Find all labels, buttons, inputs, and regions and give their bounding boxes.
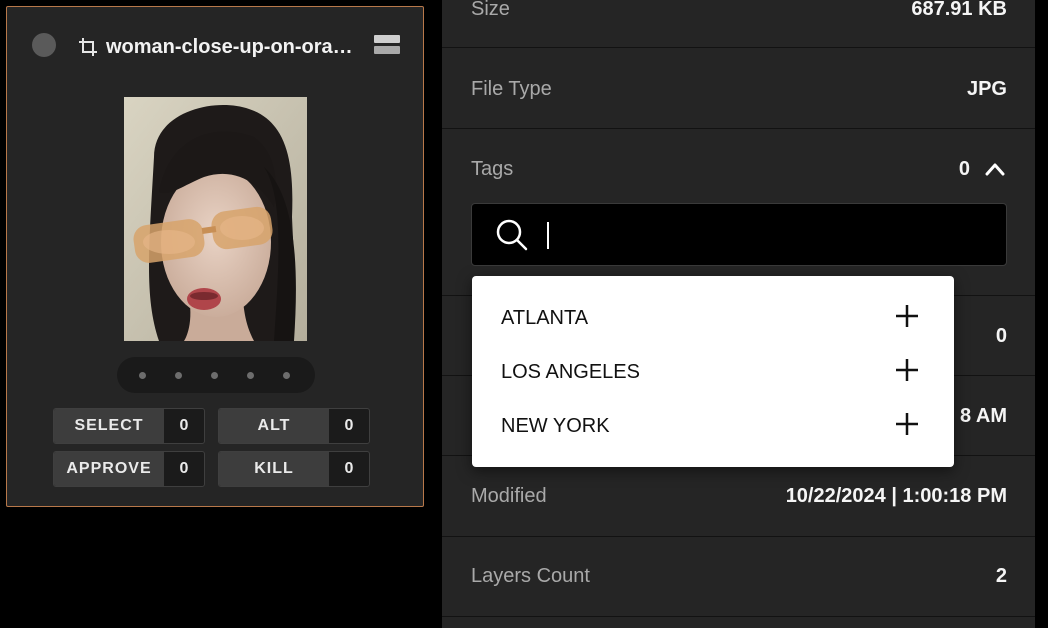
modified-label: Modified bbox=[471, 485, 547, 507]
tag-option-label: ATLANTA bbox=[501, 307, 589, 329]
file-type-row: File Type JPG bbox=[442, 49, 1035, 129]
alt-counter[interactable]: ALT 0 bbox=[218, 408, 370, 444]
size-row: Size 687.91 KB bbox=[442, 0, 1035, 48]
size-label: Size bbox=[471, 0, 510, 20]
rating-dot[interactable] bbox=[283, 372, 290, 379]
alt-button[interactable]: ALT bbox=[219, 409, 329, 443]
tag-option-label: LOS ANGELES bbox=[501, 361, 640, 383]
tag-option-label: NEW YORK bbox=[501, 415, 610, 437]
select-radio[interactable] bbox=[32, 33, 56, 57]
hidden-row-value: 0 bbox=[995, 325, 1007, 347]
asset-thumbnail[interactable] bbox=[124, 97, 307, 341]
modified-value: 10/22/2024 | 1:00:18 PM bbox=[785, 485, 1007, 507]
tag-option[interactable]: ATLANTA bbox=[472, 290, 954, 344]
asset-card[interactable]: woman-close-up-on-orange-sunglasses.jpg bbox=[6, 6, 424, 507]
crop-icon[interactable] bbox=[78, 37, 98, 57]
file-type-label: File Type bbox=[471, 78, 552, 100]
rating-dots[interactable] bbox=[117, 357, 315, 393]
created-value: 8 AM bbox=[959, 405, 1007, 427]
layers-count-label: Layers Count bbox=[471, 565, 590, 587]
select-counter[interactable]: SELECT 0 bbox=[53, 408, 205, 444]
rating-dot[interactable] bbox=[247, 372, 254, 379]
approve-counter[interactable]: APPROVE 0 bbox=[53, 451, 205, 487]
approve-count: 0 bbox=[179, 460, 189, 477]
tag-search-field[interactable] bbox=[471, 203, 1007, 266]
tags-count: 0 bbox=[958, 158, 970, 180]
chevron-up-icon[interactable] bbox=[985, 162, 1005, 176]
tag-option[interactable]: NEW YORK bbox=[472, 398, 954, 452]
layers-count-row: Layers Count 2 bbox=[442, 537, 1035, 617]
tag-search-input[interactable] bbox=[546, 218, 986, 252]
select-count: 0 bbox=[179, 417, 189, 434]
plus-icon[interactable] bbox=[895, 358, 919, 382]
select-button[interactable]: SELECT bbox=[54, 409, 164, 443]
tag-option[interactable]: LOS ANGELES bbox=[472, 344, 954, 398]
modified-row: Modified 10/22/2024 | 1:00:18 PM bbox=[442, 457, 1035, 537]
rating-dot[interactable] bbox=[211, 372, 218, 379]
search-icon bbox=[496, 219, 528, 251]
stack-icon[interactable] bbox=[374, 35, 400, 55]
approve-button[interactable]: APPROVE bbox=[54, 452, 164, 486]
rating-dot[interactable] bbox=[175, 372, 182, 379]
layers-count-value: 2 bbox=[995, 565, 1007, 587]
asset-title[interactable]: woman-close-up-on-orange-sunglasses.jpg bbox=[106, 36, 358, 58]
rating-dot[interactable] bbox=[139, 372, 146, 379]
alt-count: 0 bbox=[344, 417, 354, 434]
kill-counter[interactable]: KILL 0 bbox=[218, 451, 370, 487]
size-value: 687.91 KB bbox=[911, 0, 1007, 20]
plus-icon[interactable] bbox=[895, 412, 919, 436]
tag-suggestions-dropdown: ATLANTA LOS ANGELES NEW YORK bbox=[472, 276, 954, 467]
plus-icon[interactable] bbox=[895, 304, 919, 328]
tags-label: Tags bbox=[471, 158, 514, 180]
kill-count: 0 bbox=[344, 460, 354, 477]
kill-button[interactable]: KILL bbox=[219, 452, 329, 486]
file-type-value: JPG bbox=[966, 78, 1007, 100]
